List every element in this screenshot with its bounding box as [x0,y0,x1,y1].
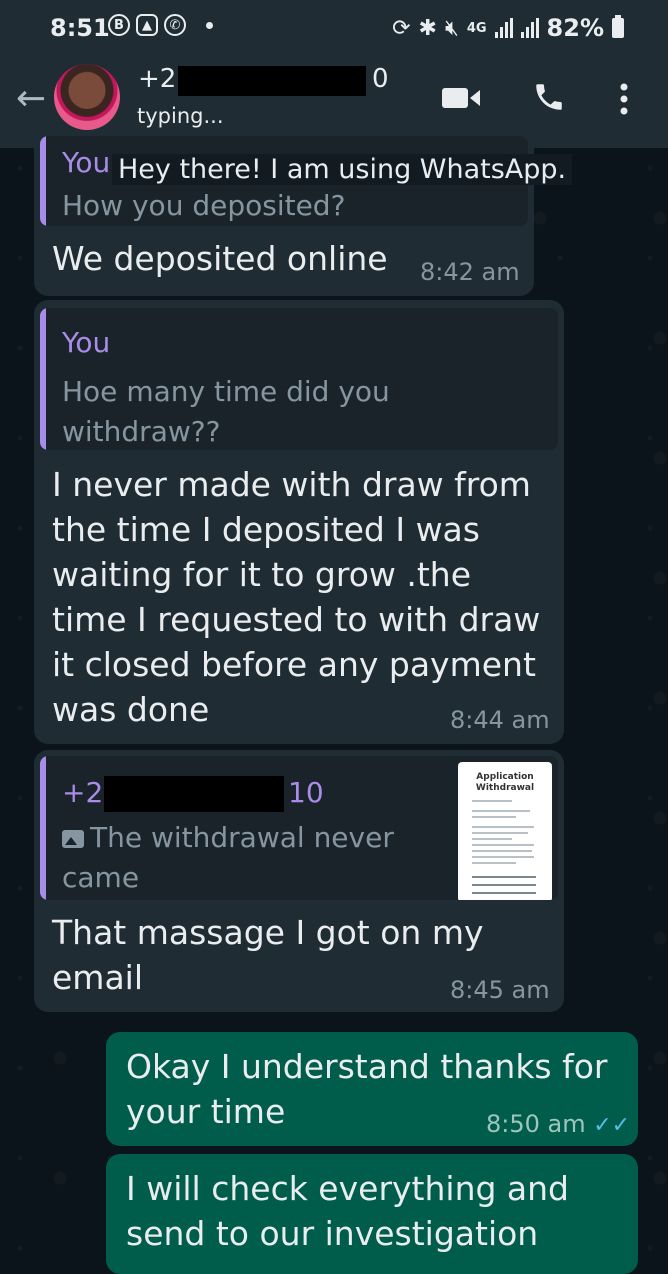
quoted-message[interactable]: You Hoe many time did you withdraw?? [40,308,558,450]
message-time-label: 8:50 am [486,1110,586,1138]
quote-text-label: The withdrawal never came [62,821,394,894]
contact-status: typing... [137,104,224,128]
thumbnail-text-line [472,850,532,852]
network-type: 4G [466,20,487,36]
back-arrow-icon[interactable]: ← [16,78,46,119]
quote-accent-bar [40,136,46,226]
battery-icon [612,15,624,38]
thumbnail-text-line [472,844,534,846]
message-bubble-2[interactable]: You Hoe many time did you withdraw?? I n… [34,300,564,744]
sync-icon: ⟳ [392,15,411,41]
status-time: 8:51 [50,14,110,42]
redaction-bar [104,776,284,812]
contact-avatar[interactable] [54,64,120,130]
quote-author: You [62,326,111,359]
notification-icons: B ▲ ✆ [108,14,213,36]
quote-accent-bar [40,756,46,900]
more-notifications-icon [206,21,213,29]
contact-about-text: Hey there! I am using WhatsApp. [112,154,573,185]
bluetooth-icon: ✱ [418,15,437,41]
video-call-icon[interactable] [442,86,480,110]
photo-icon [62,830,84,848]
thumbnail-text-line [472,800,512,802]
message-text: I never made with draw from the time I d… [52,465,541,729]
quote-accent-bar [40,308,46,450]
message-time: 8:42 am [420,258,520,286]
status-bar: 8:51 B ▲ ✆ ⟳ ✱ 🔇︎ 4G 82% [0,0,668,58]
contact-name-prefix[interactable]: +2 [138,64,176,94]
thumbnail-text-line [472,810,530,812]
quote-text: How you deposited? [62,189,346,222]
quote-author-suffix: 10 [288,776,324,809]
message-time: 8:45 am [450,976,550,1004]
thumbnail-text-line [472,892,536,894]
thumbnail-text-line [472,876,536,878]
contact-name-suffix[interactable]: 0 [372,64,389,94]
quote-author-prefix: +2 [62,776,104,809]
thumbnail-text-line [472,856,534,858]
thumbnail-text-line [472,884,536,886]
thumbnail-text-line [472,862,516,864]
message-text: We deposited online [52,239,388,278]
message-time: 8:44 am [450,706,550,734]
signal-icon [494,18,513,38]
signal-icon-2 [520,18,539,38]
thumbnail-text-line [472,816,516,818]
message-text: I will check everything and send to our … [126,1169,570,1253]
image-thumbnail[interactable]: Application Withdrawal [458,762,552,900]
quote-text: The withdrawal never came [62,818,442,898]
thumbnail-title: Application Withdrawal [475,772,535,793]
quote-text: Hoe many time did you withdraw?? [62,375,390,448]
message-text: That massage I got on my email [52,913,484,997]
voice-call-icon[interactable] [532,80,566,114]
quote-author: You [62,146,111,179]
quoted-message[interactable]: +2 10 The withdrawal never came Applicat… [40,756,558,900]
thumbnail-text-line [472,826,534,828]
message-time: 8:50 am ✓✓ [486,1110,630,1138]
read-receipt-icon: ✓✓ [593,1113,631,1138]
whatsapp-notification-icon: ✆ [164,14,186,36]
message-bubble-3[interactable]: +2 10 The withdrawal never came Applicat… [34,750,564,1012]
b-notification-icon: B [108,14,130,36]
thumbnail-text-line [472,838,512,840]
thumbnail-text-line [472,832,528,834]
mute-icon: 🔇︎ [444,15,459,41]
system-icons: ⟳ ✱ 🔇︎ 4G 82% [392,14,624,42]
more-options-icon[interactable] [618,82,630,116]
outgoing-message-bubble-2[interactable]: I will check everything and send to our … [106,1154,638,1274]
battery-percent: 82% [546,14,604,42]
outgoing-message-bubble-1[interactable]: Okay I understand thanks for your time 8… [106,1032,638,1146]
gallery-notification-icon: ▲ [136,14,158,36]
redaction-bar [178,66,366,96]
